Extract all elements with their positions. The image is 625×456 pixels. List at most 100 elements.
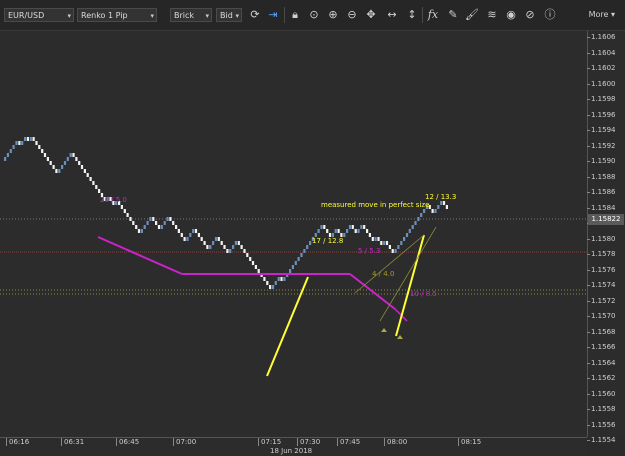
renko-brick bbox=[155, 221, 158, 225]
indicator-icon[interactable]: fx bbox=[425, 6, 441, 24]
renko-brick bbox=[394, 249, 397, 253]
renko-brick bbox=[72, 153, 75, 157]
renko-brick bbox=[46, 157, 49, 161]
renko-brick bbox=[169, 217, 172, 221]
renko-brick bbox=[440, 201, 443, 205]
renko-brick bbox=[343, 233, 346, 237]
chart-type-value: Renko 1 Pip bbox=[81, 11, 128, 20]
price-tick-label: 1.1564 bbox=[587, 358, 616, 367]
renko-brick bbox=[52, 165, 55, 169]
renko-brick bbox=[18, 141, 21, 145]
price-tick-label: 1.1574 bbox=[587, 281, 616, 289]
renko-brick bbox=[232, 245, 235, 249]
price-tick-label: 1.1584 bbox=[587, 203, 616, 212]
renko-brick bbox=[24, 137, 27, 141]
renko-brick bbox=[317, 229, 320, 233]
layers-icon[interactable]: ≋ bbox=[484, 6, 500, 24]
price-source-select[interactable]: Bid ▾ bbox=[216, 8, 242, 22]
renko-brick bbox=[41, 149, 44, 153]
renko-brick bbox=[323, 225, 326, 229]
renko-brick bbox=[411, 225, 414, 229]
hide-icon[interactable]: ⊘ bbox=[522, 6, 538, 24]
marker-triangle bbox=[397, 335, 403, 339]
renko-brick bbox=[92, 181, 95, 185]
info-icon[interactable]: ⓘ bbox=[542, 6, 558, 24]
draw-icon[interactable]: ✎ bbox=[445, 6, 461, 24]
lock-icon[interactable]: 🔒︎ bbox=[287, 6, 303, 24]
renko-brick bbox=[269, 285, 272, 289]
renko-brick bbox=[203, 241, 206, 245]
renko-brick bbox=[437, 205, 440, 209]
renko-brick bbox=[263, 277, 266, 281]
time-tick-label: 06:16 bbox=[6, 438, 29, 446]
renko-brick bbox=[309, 241, 312, 245]
zoom-fit-icon[interactable]: ⊙ bbox=[306, 6, 322, 24]
more-menu[interactable]: More ▾ bbox=[589, 6, 615, 24]
renko-brick bbox=[35, 141, 38, 145]
price-tick-label: 1.1592 bbox=[587, 141, 616, 150]
time-tick-label: 08:00 bbox=[384, 438, 407, 446]
renko-brick bbox=[277, 277, 280, 281]
renko-brick bbox=[83, 169, 86, 173]
renko-brick bbox=[229, 249, 232, 253]
price-tick-label: 1.1604 bbox=[587, 48, 616, 57]
renko-brick bbox=[66, 157, 69, 161]
renko-brick bbox=[320, 225, 323, 229]
renko-brick bbox=[348, 225, 352, 229]
chevron-down-icon: ▾ bbox=[610, 10, 615, 19]
annotation-measured-move: measured move in perfect size bbox=[321, 201, 430, 209]
renko-brick bbox=[391, 249, 394, 253]
symbol-select[interactable]: EUR/USD ▾ bbox=[4, 8, 74, 22]
price-tick-label: 1.1588 bbox=[587, 172, 616, 181]
renko-brick bbox=[223, 245, 226, 249]
renko-brick bbox=[303, 249, 306, 253]
eye-icon[interactable]: ◉ bbox=[503, 6, 519, 24]
renko-brick bbox=[55, 169, 58, 173]
price-tick-label: 1.1580 bbox=[587, 234, 616, 243]
renko-brick bbox=[289, 269, 292, 273]
renko-brick bbox=[226, 249, 229, 253]
renko-brick bbox=[249, 257, 252, 261]
renko-brick bbox=[12, 145, 15, 149]
chart-type-select[interactable]: Renko 1 Pip ▾ bbox=[77, 8, 157, 22]
renko-brick bbox=[183, 237, 186, 241]
label-down-leg-4: 10 / 8.5 bbox=[410, 290, 437, 298]
renko-brick bbox=[357, 229, 360, 233]
renko-brick bbox=[137, 229, 141, 233]
scale-horizontal-icon[interactable]: ↔ bbox=[384, 6, 400, 24]
zoom-out-icon[interactable]: ⊖ bbox=[344, 6, 360, 24]
renko-brick bbox=[442, 201, 446, 205]
brick-type-select[interactable]: Brick ▾ bbox=[170, 8, 212, 22]
renko-brick bbox=[186, 237, 189, 241]
price-tick-label: 1.1558 bbox=[587, 405, 616, 413]
label-down-leg-3: 4 / 4.0 bbox=[372, 270, 395, 278]
price-tick-label: 1.1572 bbox=[587, 296, 616, 305]
move-icon[interactable]: ✥ bbox=[363, 6, 379, 24]
renko-brick bbox=[135, 225, 138, 229]
price-tick-label: 1.1570 bbox=[587, 312, 616, 320]
renko-brick bbox=[254, 265, 257, 269]
trend-line-magenta bbox=[97, 236, 183, 275]
brick-type-value: Brick bbox=[174, 11, 195, 20]
renko-brick bbox=[95, 185, 98, 189]
time-tick-label: 07:30 bbox=[297, 438, 320, 446]
chart-area[interactable] bbox=[0, 31, 587, 437]
price-source-value: Bid bbox=[220, 11, 233, 20]
renko-brick bbox=[420, 213, 423, 217]
zoom-in-icon[interactable]: ⊕ bbox=[325, 6, 341, 24]
renko-brick bbox=[408, 229, 411, 233]
label-down-leg-1: 20 / 5.0 bbox=[100, 196, 127, 204]
forward-icon[interactable]: ⇥ bbox=[265, 6, 281, 24]
brush-icon[interactable]: 🖌︎ bbox=[464, 6, 480, 24]
renko-brick bbox=[129, 217, 132, 221]
renko-chart bbox=[0, 137, 587, 377]
renko-brick bbox=[283, 277, 286, 281]
renko-brick bbox=[237, 241, 240, 245]
renko-brick bbox=[180, 233, 183, 237]
time-tick-label: 07:15 bbox=[258, 438, 281, 446]
refresh-icon[interactable]: ⟳ bbox=[247, 6, 263, 24]
scale-vertical-icon[interactable]: ↕ bbox=[404, 6, 420, 24]
renko-brick bbox=[400, 241, 403, 245]
renko-brick bbox=[371, 237, 374, 241]
renko-brick bbox=[334, 229, 337, 233]
